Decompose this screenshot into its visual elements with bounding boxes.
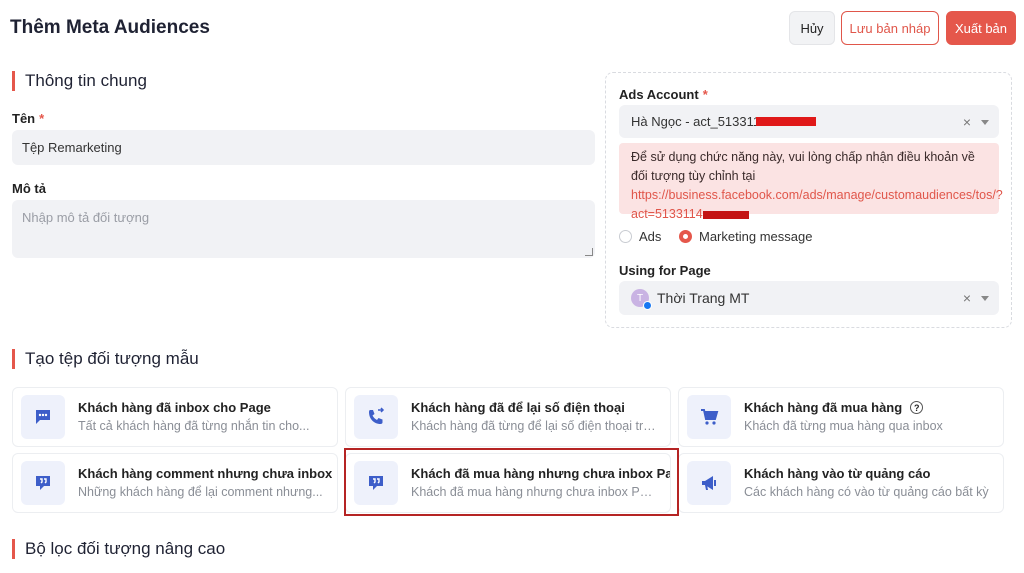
alert-text: Để sử dụng chức năng này, vui lòng chấp …: [631, 150, 975, 183]
shopping-cart-icon: [687, 395, 731, 439]
clear-icon[interactable]: ×: [963, 114, 971, 130]
description-textarea[interactable]: Nhập mô tả đối tượng: [12, 200, 595, 258]
facebook-icon: [643, 301, 652, 310]
template-card-ads[interactable]: Khách hàng vào từ quảng cáo Các khách hàn…: [678, 453, 1004, 513]
resize-handle-icon[interactable]: [585, 248, 593, 256]
name-input[interactable]: Tệp Remarketing: [12, 130, 595, 165]
save-draft-button[interactable]: Lưu bản nháp: [841, 11, 939, 45]
chevron-down-icon[interactable]: [981, 119, 989, 125]
megaphone-icon: [687, 461, 731, 505]
card-title: Khách hàng đã để lại số điện thoại: [411, 399, 625, 415]
template-card-inbox[interactable]: Khách hàng đã inbox cho Page Tất cả khách…: [12, 387, 338, 447]
card-desc: Khách hàng đã từng để lại số điện thoại …: [411, 418, 656, 433]
page-avatar: T: [631, 289, 652, 310]
card-title: Khách hàng đã mua hàng?: [744, 399, 989, 417]
redaction-mark: [702, 210, 749, 219]
chevron-down-icon[interactable]: [981, 296, 989, 301]
radio-marketing-message[interactable]: Marketing message: [679, 229, 812, 244]
template-card-comment[interactable]: Khách hàng comment nhưng chưa inbox Những…: [12, 453, 338, 513]
ads-account-label: Ads Account *: [619, 87, 708, 102]
section-title-general: Thông tin chung: [12, 71, 147, 91]
radio-ads[interactable]: Ads: [619, 229, 661, 244]
name-label: Tên *: [12, 111, 45, 126]
card-desc: Các khách hàng có vào từ quảng cáo bất k…: [744, 484, 989, 499]
section-title-templates: Tạo tệp đối tượng mẫu: [12, 349, 199, 369]
redaction-mark: [756, 117, 817, 126]
help-icon[interactable]: ?: [910, 401, 924, 414]
card-title: Khách hàng vào từ quảng cáo: [744, 465, 931, 481]
card-title: Khách hàng đã inbox cho Page: [78, 399, 271, 415]
page-value: Thời Trang MT: [657, 290, 750, 306]
page-select[interactable]: T Thời Trang MT ×: [619, 281, 999, 315]
radio-unchecked-icon: [619, 230, 632, 243]
ads-account-value: Hà Ngọc - act_513311: [631, 114, 761, 129]
clear-icon[interactable]: ×: [963, 290, 971, 306]
terms-alert: Để sử dụng chức năng này, vui lòng chấp …: [619, 143, 1003, 221]
template-card-purchased[interactable]: Khách hàng đã mua hàng? Khách đã từng mua…: [678, 387, 1004, 447]
card-title: Khách hàng comment nhưng chưa inbox: [78, 465, 333, 481]
publish-button[interactable]: Xuất bản: [946, 11, 1016, 45]
card-desc: Tất cả khách hàng đã từng nhắn tin cho..…: [78, 418, 310, 433]
section-title-advanced: Bộ lọc đối tượng nâng cao: [12, 539, 225, 559]
radio-checked-icon: [679, 230, 692, 243]
page-title: Thêm Meta Audiences: [10, 17, 210, 38]
template-card-phone[interactable]: Khách hàng đã để lại số điện thoại Khách …: [345, 387, 671, 447]
highlight-annotation: [344, 448, 679, 516]
card-desc: Khách đã từng mua hàng qua inbox: [744, 418, 943, 433]
cancel-button[interactable]: Hủy: [789, 11, 835, 45]
page-label: Using for Page: [619, 263, 711, 278]
quote-bubble-icon: [21, 461, 65, 505]
description-label: Mô tả: [12, 181, 46, 196]
description-placeholder: Nhập mô tả đối tượng: [22, 210, 150, 225]
ads-account-select[interactable]: Hà Ngọc - act_513311 ×: [619, 105, 999, 138]
card-desc: Những khách hàng để lại comment nhưng...: [78, 484, 323, 499]
phone-forward-icon: [354, 395, 398, 439]
chat-bubble-icon: [21, 395, 65, 439]
